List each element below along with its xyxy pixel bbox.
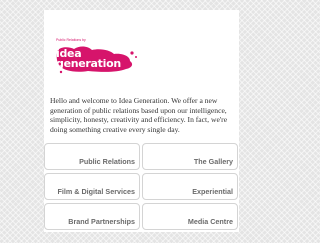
nav-label: Experiential — [192, 187, 233, 196]
nav-label: Public Relations — [79, 157, 135, 166]
main-card: Public Relations by idea generation Hell… — [44, 10, 239, 232]
nav-media-centre[interactable]: Media Centre — [142, 203, 238, 230]
nav-brand-partnerships[interactable]: Brand Partnerships — [44, 203, 140, 230]
logo-word-generation: generation — [56, 57, 121, 70]
nav-film-digital-services[interactable]: Film & Digital Services — [44, 173, 140, 200]
nav-grid: Public Relations The Gallery Film & Digi… — [44, 143, 239, 232]
nav-label: Media Centre — [187, 217, 233, 226]
idea-generation-logo[interactable]: Public Relations by idea generation — [56, 38, 146, 78]
logo-tagline: Public Relations by — [56, 38, 86, 42]
intro-paragraph: Hello and welcome to Idea Generation. We… — [50, 96, 228, 134]
nav-the-gallery[interactable]: The Gallery — [142, 143, 238, 170]
nav-label: The Gallery — [193, 157, 233, 166]
nav-label: Brand Partnerships — [68, 217, 135, 226]
nav-public-relations[interactable]: Public Relations — [44, 143, 140, 170]
nav-experiential[interactable]: Experiential — [142, 173, 238, 200]
nav-label: Film & Digital Services — [57, 187, 136, 196]
